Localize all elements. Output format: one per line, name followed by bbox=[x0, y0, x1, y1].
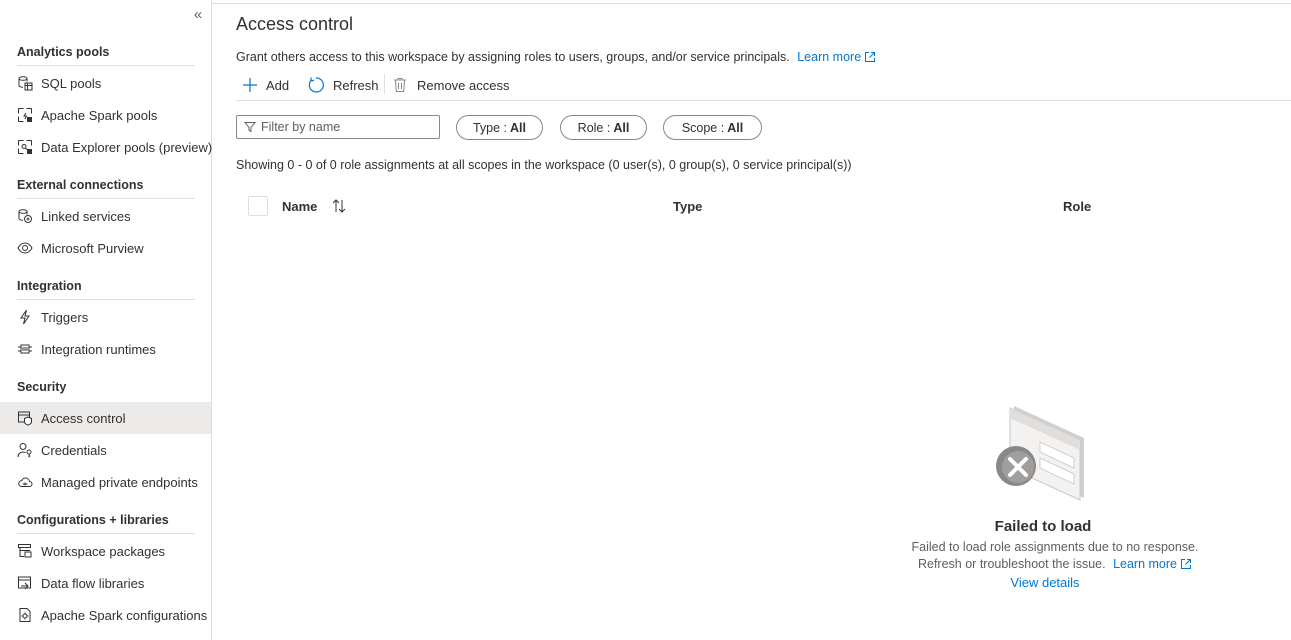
workspace-packages-icon bbox=[18, 544, 32, 558]
spark-pool-icon bbox=[18, 108, 32, 122]
type-filter-value: All bbox=[510, 120, 527, 135]
sidebar-item-access-control[interactable]: Access control bbox=[0, 402, 211, 434]
sidebar-item-label: Managed private endpoints bbox=[41, 475, 198, 490]
sidebar-item-microsoft-purview[interactable]: Microsoft Purview bbox=[0, 232, 211, 264]
sidebar-item-label: SQL pools bbox=[41, 76, 102, 91]
results-summary: Showing 0 - 0 of 0 role assignments at a… bbox=[236, 158, 852, 172]
sidebar-item-label: Access control bbox=[41, 411, 126, 426]
integration-runtime-icon bbox=[18, 344, 32, 354]
page-title: Access control bbox=[236, 14, 354, 34]
scope-filter-pill[interactable]: Scope : All bbox=[663, 115, 762, 140]
sidebar-item-linked-services[interactable]: Linked services bbox=[0, 200, 211, 232]
column-header-role[interactable]: Role bbox=[1063, 199, 1091, 214]
toolbar-divider bbox=[384, 74, 385, 94]
add-button[interactable]: Add bbox=[242, 73, 289, 97]
section-header-security: Security bbox=[17, 380, 67, 394]
sidebar-item-label: Workspace packages bbox=[41, 544, 166, 559]
external-link-icon bbox=[1181, 559, 1192, 569]
sidebar-item-sql-pools[interactable]: SQL pools bbox=[0, 67, 211, 99]
failed-to-load-illustration-icon bbox=[996, 406, 1084, 501]
sidebar-item-label: Apache Spark configurations bbox=[41, 608, 208, 623]
sidebar: « Analytics pools SQL pools Apache Spark… bbox=[0, 0, 212, 640]
empty-state-learn-more-text: Learn more bbox=[1113, 557, 1178, 571]
sort-icon[interactable] bbox=[331, 198, 347, 214]
sidebar-item-label: Linked services bbox=[41, 209, 131, 224]
view-details-link[interactable]: View details bbox=[1010, 575, 1079, 590]
refresh-button[interactable]: Refresh bbox=[307, 73, 379, 97]
section-header-configurations-libraries: Configurations + libraries bbox=[17, 513, 169, 527]
column-header-type[interactable]: Type bbox=[673, 199, 702, 214]
sidebar-item-credentials[interactable]: Credentials bbox=[0, 434, 211, 466]
scope-filter-label: Scope : bbox=[681, 120, 725, 135]
filter-by-name-field[interactable] bbox=[236, 115, 440, 139]
linked-services-icon bbox=[18, 209, 32, 223]
lightning-icon bbox=[20, 309, 30, 325]
remove-access-button[interactable]: Remove access bbox=[393, 73, 509, 97]
sidebar-item-data-flow-libraries[interactable]: Data flow libraries bbox=[0, 567, 211, 599]
trash-icon bbox=[394, 78, 406, 92]
role-filter-value: All bbox=[613, 120, 630, 135]
section-divider bbox=[17, 198, 195, 199]
data-flow-library-icon bbox=[18, 576, 31, 590]
section-header-integration: Integration bbox=[17, 279, 82, 293]
role-filter-label: Role : bbox=[577, 120, 611, 135]
filter-by-name-input[interactable] bbox=[261, 118, 433, 136]
table-header-row: Name Type Role bbox=[236, 192, 1291, 220]
refresh-label: Refresh bbox=[333, 77, 379, 93]
section-divider bbox=[17, 299, 195, 300]
learn-more-text: Learn more bbox=[797, 50, 862, 64]
section-header-analytics-pools: Analytics pools bbox=[17, 45, 110, 59]
select-all-checkbox[interactable] bbox=[248, 196, 268, 216]
refresh-icon bbox=[308, 77, 324, 93]
empty-state-learn-more-link[interactable]: Learn more bbox=[1113, 557, 1192, 571]
sidebar-item-label: Triggers bbox=[41, 310, 89, 325]
type-filter-label: Type : bbox=[472, 120, 508, 135]
sidebar-item-label: Data flow libraries bbox=[41, 576, 145, 591]
section-header-external-connections: External connections bbox=[17, 178, 144, 192]
scope-filter-value: All bbox=[727, 120, 744, 135]
page-description: Grant others access to this workspace by… bbox=[236, 50, 876, 64]
role-filter-pill[interactable]: Role : All bbox=[560, 115, 647, 140]
type-filter-pill[interactable]: Type : All bbox=[456, 115, 543, 140]
credentials-icon bbox=[17, 443, 32, 458]
add-icon bbox=[243, 78, 257, 92]
sidebar-item-label: Apache Spark pools bbox=[41, 108, 158, 123]
cloud-endpoint-icon bbox=[18, 477, 33, 487]
collapse-sidebar-icon[interactable]: « bbox=[190, 7, 206, 23]
sidebar-item-integration-runtimes[interactable]: Integration runtimes bbox=[0, 333, 211, 365]
section-divider bbox=[17, 533, 195, 534]
sidebar-item-workspace-packages[interactable]: Workspace packages bbox=[0, 535, 211, 567]
sidebar-item-triggers[interactable]: Triggers bbox=[0, 301, 211, 333]
remove-access-label: Remove access bbox=[417, 77, 510, 93]
purview-eye-icon bbox=[17, 242, 33, 254]
add-label: Add bbox=[266, 77, 290, 93]
sidebar-item-label: Integration runtimes bbox=[41, 342, 156, 357]
description-text: Grant others access to this workspace by… bbox=[236, 50, 790, 64]
access-control-icon bbox=[18, 411, 32, 426]
data-explorer-pool-icon bbox=[18, 140, 32, 154]
sidebar-item-label: Credentials bbox=[41, 443, 107, 458]
sidebar-item-apache-spark-pools[interactable]: Apache Spark pools bbox=[0, 99, 211, 131]
command-bar: Add Refresh Remove access bbox=[236, 71, 1291, 101]
sidebar-item-label: Data Explorer pools (preview) bbox=[41, 140, 213, 155]
sidebar-item-label: Microsoft Purview bbox=[41, 241, 144, 256]
top-divider bbox=[212, 3, 1291, 4]
section-divider bbox=[17, 65, 195, 66]
column-header-name[interactable]: Name bbox=[282, 199, 317, 214]
empty-state-message-text: Refresh or troubleshoot the issue. bbox=[917, 557, 1106, 571]
spark-config-icon bbox=[19, 608, 31, 622]
learn-more-link[interactable]: Learn more bbox=[797, 50, 876, 64]
sidebar-item-managed-private-endpoints[interactable]: Managed private endpoints bbox=[0, 466, 211, 498]
sql-pool-icon bbox=[18, 76, 33, 91]
sidebar-item-apache-spark-configurations[interactable]: Apache Spark configurations bbox=[0, 599, 211, 631]
filter-icon bbox=[244, 122, 256, 133]
sidebar-item-data-explorer-pools[interactable]: Data Explorer pools (preview) bbox=[0, 131, 213, 163]
external-link-icon bbox=[865, 52, 876, 62]
